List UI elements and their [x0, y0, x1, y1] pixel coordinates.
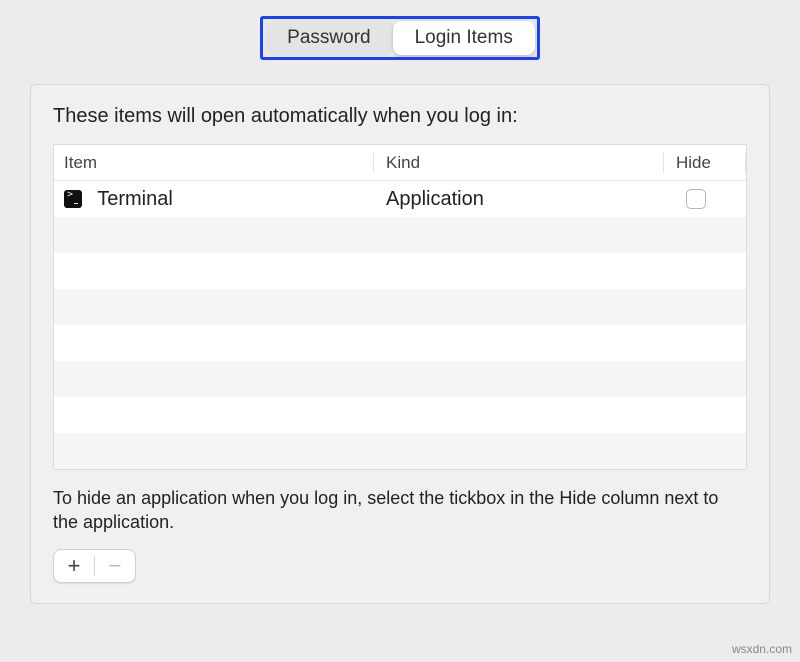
table-row [54, 397, 746, 433]
login-items-table: Item Kind Hide Terminal Application [53, 144, 747, 470]
hide-checkbox[interactable] [686, 189, 706, 209]
preferences-window: Password Login Items These items will op… [0, 0, 800, 604]
cell-hide [664, 189, 746, 209]
table-row [54, 325, 746, 361]
table-row [54, 289, 746, 325]
remove-button[interactable]: − [95, 550, 135, 582]
table-row [54, 361, 746, 397]
tab-login-items[interactable]: Login Items [393, 21, 535, 55]
table-row [54, 253, 746, 289]
tab-password[interactable]: Password [265, 21, 392, 55]
terminal-icon [64, 190, 82, 208]
add-button[interactable]: + [54, 550, 94, 582]
item-name: Terminal [97, 188, 173, 210]
cell-item: Terminal [54, 188, 374, 211]
segmented-control: Password Login Items [260, 16, 540, 60]
column-header-kind[interactable]: Kind [374, 153, 664, 173]
table-body: Terminal Application [54, 181, 746, 469]
add-remove-bar: + − [53, 549, 136, 583]
hint-text: To hide an application when you log in, … [53, 486, 747, 535]
login-items-panel: These items will open automatically when… [30, 84, 770, 604]
table-row [54, 433, 746, 469]
tab-bar: Password Login Items [0, 16, 800, 60]
column-header-item[interactable]: Item [54, 153, 374, 173]
table-row[interactable]: Terminal Application [54, 181, 746, 217]
cell-kind: Application [374, 188, 664, 211]
intro-text: These items will open automatically when… [53, 105, 747, 128]
column-header-hide[interactable]: Hide [664, 153, 746, 173]
table-row [54, 217, 746, 253]
table-header: Item Kind Hide [54, 145, 746, 181]
watermark: wsxdn.com [732, 642, 792, 656]
